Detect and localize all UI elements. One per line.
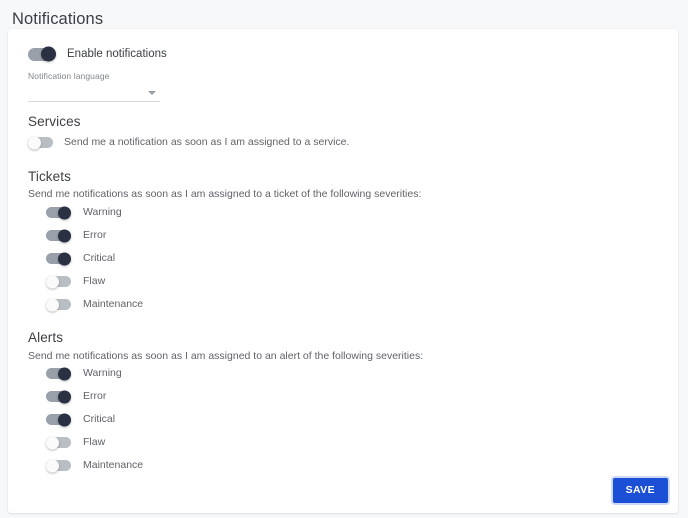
notification-language-field[interactable]: Notification language [28, 71, 160, 102]
tickets-flaw-toggle[interactable] [46, 275, 71, 288]
toggle-knob [28, 136, 41, 149]
toggle-knob [58, 367, 71, 380]
toggle-knob [46, 459, 59, 472]
toggle-knob [41, 46, 56, 62]
tickets-maintenance-toggle[interactable] [46, 298, 71, 311]
alerts-severity-row-maintenance[interactable]: Maintenance [46, 459, 143, 472]
alerts-severity-row-error[interactable]: Error [46, 390, 106, 403]
toggle-knob [58, 252, 71, 265]
services-notification-row[interactable]: Send me a notification as soon as I am a… [28, 136, 349, 149]
toggle-knob [58, 390, 71, 403]
tickets-critical-label: Critical [83, 252, 116, 264]
tickets-section-title: Tickets [28, 169, 71, 184]
tickets-severity-row-error[interactable]: Error [46, 229, 106, 242]
tickets-section-description: Send me notifications as soon as I am as… [28, 188, 422, 200]
toggle-knob [46, 275, 59, 288]
enable-notifications-row[interactable]: Enable notifications [28, 46, 167, 62]
alerts-severity-row-flaw[interactable]: Flaw [46, 436, 105, 449]
tickets-severity-row-critical[interactable]: Critical [46, 252, 115, 265]
services-notification-label: Send me a notification as soon as I am a… [64, 136, 350, 148]
toggle-knob [58, 206, 71, 219]
toggle-knob [46, 298, 59, 311]
services-section-title: Services [28, 114, 81, 129]
alerts-critical-toggle[interactable] [46, 413, 71, 426]
enable-notifications-label: Enable notifications [67, 48, 167, 60]
alerts-maintenance-label: Maintenance [83, 459, 144, 471]
tickets-maintenance-label: Maintenance [83, 298, 144, 310]
notification-language-label: Notification language [28, 71, 110, 81]
tickets-warning-toggle[interactable] [46, 206, 71, 219]
save-button[interactable]: SAVE [612, 478, 668, 503]
tickets-error-toggle[interactable] [46, 229, 71, 242]
alerts-maintenance-toggle[interactable] [46, 459, 71, 472]
notifications-settings-card: Enable notifications Notification langua… [8, 29, 678, 513]
toggle-knob [46, 436, 59, 449]
alerts-severity-row-critical[interactable]: Critical [46, 413, 115, 426]
page-title: Notifications [12, 10, 104, 28]
alerts-error-toggle[interactable] [46, 390, 71, 403]
alerts-severity-row-warning[interactable]: Warning [46, 367, 122, 380]
chevron-down-icon[interactable] [148, 91, 156, 95]
toggle-knob [58, 413, 71, 426]
services-notification-toggle[interactable] [28, 136, 53, 149]
alerts-flaw-label: Flaw [83, 436, 106, 448]
tickets-severity-row-flaw[interactable]: Flaw [46, 275, 105, 288]
alerts-flaw-toggle[interactable] [46, 436, 71, 449]
notification-language-select[interactable] [28, 82, 160, 102]
alerts-critical-label: Critical [83, 413, 116, 425]
alerts-error-label: Error [83, 390, 107, 402]
tickets-error-label: Error [83, 229, 107, 241]
tickets-flaw-label: Flaw [83, 275, 106, 287]
tickets-severity-row-maintenance[interactable]: Maintenance [46, 298, 143, 311]
toggle-knob [58, 229, 71, 242]
tickets-severity-row-warning[interactable]: Warning [46, 206, 122, 219]
tickets-warning-label: Warning [83, 206, 122, 218]
alerts-warning-label: Warning [83, 367, 122, 379]
alerts-section-description: Send me notifications as soon as I am as… [28, 350, 424, 362]
alerts-section-title: Alerts [28, 330, 64, 345]
tickets-critical-toggle[interactable] [46, 252, 71, 265]
alerts-warning-toggle[interactable] [46, 367, 71, 380]
enable-notifications-toggle[interactable] [28, 46, 56, 62]
